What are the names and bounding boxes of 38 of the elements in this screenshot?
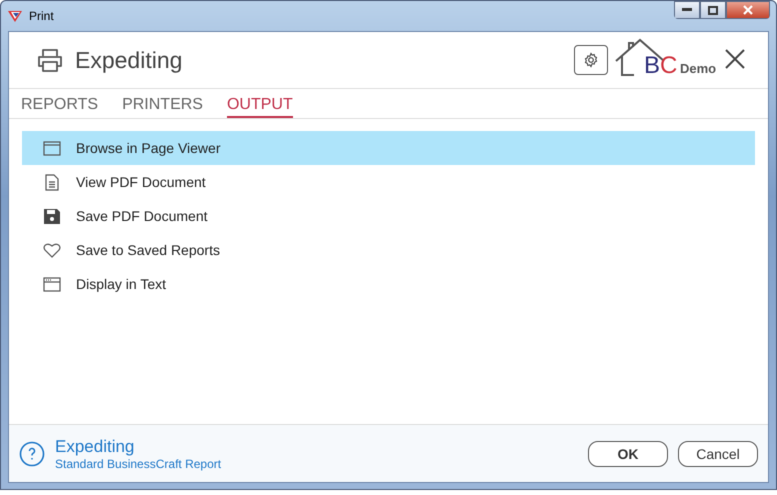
maximize-button[interactable] — [700, 1, 726, 19]
footer-title: Expediting — [55, 436, 136, 456]
close-icon — [724, 48, 746, 70]
report-title: Expediting — [75, 46, 184, 74]
document-icon — [45, 174, 59, 190]
minimize-button[interactable] — [674, 1, 700, 19]
logo-letter: B — [644, 52, 660, 80]
output-option[interactable]: Browse in Page Viewer — [22, 131, 755, 165]
text-window-icon — [43, 276, 61, 292]
window-title: Print — [29, 9, 55, 23]
settings-button[interactable] — [574, 45, 608, 75]
help-icon — [19, 440, 45, 466]
output-option[interactable]: Display in Text — [22, 267, 755, 301]
cancel-button[interactable]: Cancel — [678, 440, 758, 466]
minimize-icon — [682, 8, 692, 12]
close-icon — [743, 5, 753, 15]
close-button[interactable] — [726, 1, 770, 19]
option-label: View PDF Document — [76, 174, 206, 190]
output-option[interactable]: Save to Saved Reports — [22, 233, 755, 267]
tab[interactable]: PRINTERS — [122, 96, 203, 118]
demo-label: Demo — [680, 61, 716, 76]
option-label: Save PDF Document — [76, 208, 208, 224]
option-label: Save to Saved Reports — [76, 242, 220, 258]
output-option[interactable]: View PDF Document — [22, 165, 755, 199]
option-label: Browse in Page Viewer — [76, 140, 220, 156]
output-option[interactable]: Save PDF Document — [22, 199, 755, 233]
printer-icon — [37, 48, 63, 72]
window-icon — [43, 140, 61, 156]
option-label: Display in Text — [76, 276, 166, 292]
maximize-icon — [708, 6, 718, 14]
ok-button[interactable]: OK — [588, 440, 668, 466]
footer-subtitle: Standard BusinessCraft Report — [55, 456, 222, 470]
heart-icon — [43, 242, 61, 258]
app-logo-icon — [7, 9, 23, 23]
logo-letter: C — [660, 52, 678, 80]
tab[interactable]: OUTPUT — [226, 96, 293, 118]
settings-icon — [583, 52, 599, 68]
tab[interactable]: REPORTS — [21, 96, 98, 118]
